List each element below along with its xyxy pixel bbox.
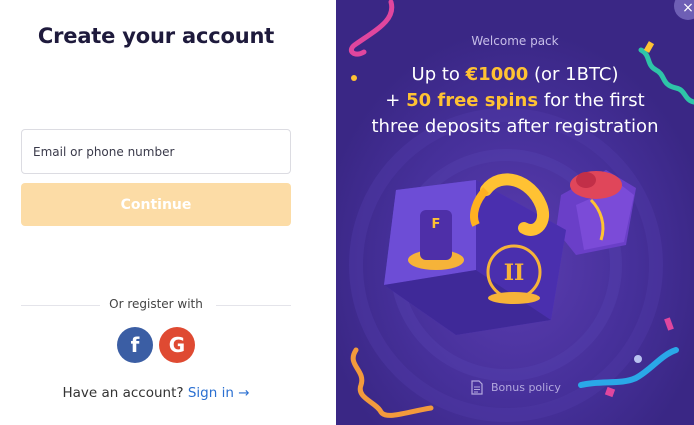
bonus-policy-label: Bonus policy [491, 381, 561, 394]
or-register-label: Or register with [100, 297, 212, 311]
have-account-text: Have an account? [62, 385, 184, 401]
arrow-right-icon: → [238, 385, 250, 401]
google-button[interactable]: G [159, 327, 195, 363]
sign-in-prompt: Have an account? Sign in → [0, 385, 312, 401]
promo-line-3: three deposits after registration [371, 116, 659, 137]
bonus-policy-link[interactable]: Bonus policy [471, 380, 561, 395]
google-icon: G [168, 333, 186, 357]
promo-headline: Up to €1000 (or 1BTC) + 50 free spins fo… [336, 62, 694, 140]
page-title: Create your account [37, 24, 275, 48]
divider-left [21, 305, 101, 306]
svg-text:F: F [432, 217, 441, 232]
svg-text:II: II [504, 260, 525, 286]
continue-button[interactable]: Continue [21, 183, 291, 226]
document-icon [471, 380, 483, 395]
promo-panel: F II Welcome pack Up to €1000 (or 1BTC) … [336, 0, 694, 425]
divider-right [216, 305, 291, 306]
promo-line-1: Up to €1000 (or 1BTC) [411, 64, 619, 85]
email-field[interactable] [21, 129, 291, 174]
welcome-pack-label: Welcome pack [471, 34, 559, 48]
facebook-icon: f [130, 333, 140, 357]
promo-line-2: + 50 free spins for the first [385, 90, 645, 111]
registration-panel: Create your account Continue Or register… [0, 0, 336, 425]
sign-in-link[interactable]: Sign in → [188, 385, 250, 401]
close-icon: × [682, 0, 694, 16]
facebook-button[interactable]: f [117, 327, 153, 363]
